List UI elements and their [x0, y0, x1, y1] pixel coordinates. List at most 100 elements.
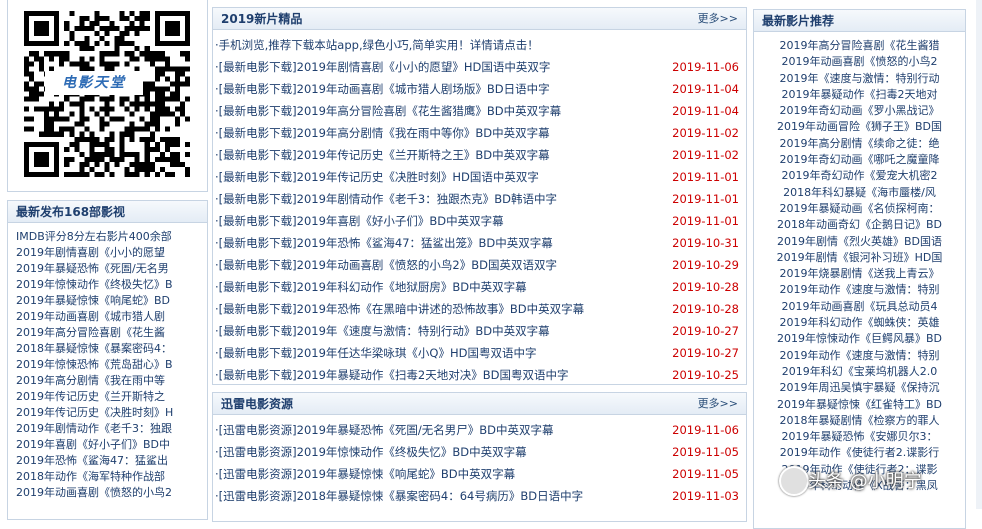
app-notice-item[interactable]: ·手机浏览,推荐下载本站app,绿色小巧,简单实用！详情请点击！: [213, 34, 746, 56]
latest-release-item[interactable]: 2019年剧情动作《老千3：独跟: [8, 421, 207, 437]
latest-release-item[interactable]: 2018年动作《海军特种作战部: [8, 469, 207, 485]
new-release-item-title[interactable]: ·[最新电影下载]2019年剧情喜剧《小小的愿望》HD国语中英双字: [215, 60, 550, 74]
app-notice-link[interactable]: ·手机浏览,推荐下载本站app,绿色小巧,简单实用！详情请点击！: [215, 38, 539, 52]
recommended-movie-item[interactable]: 2019年烧暴剧情《送我上青云》: [754, 266, 965, 282]
latest-release-item[interactable]: 2019年高分冒险喜剧《花生酱: [8, 325, 207, 341]
new-release-item-title[interactable]: ·[最新电影下载]2019年高分剧情《我在雨中等你》BD中英双字幕: [215, 126, 550, 140]
new-release-item[interactable]: ·[最新电影下载]2019年剧情动作《老千3：独跟杰克》BD韩语中字 2019-1…: [213, 188, 746, 210]
new-release-item-date: 2019-10-29: [672, 258, 739, 272]
new-release-item[interactable]: ·[最新电影下载]2019年《速度与激情：特别行动》BD中英双字幕 2019-10…: [213, 320, 746, 342]
recommended-movie-item[interactable]: 2019年奇幻动作《爱宠大机密2: [754, 168, 965, 184]
new-release-item[interactable]: ·[最新电影下载]2019年动画喜剧《愤怒的小鸟2》BD国英双语双字 2019-1…: [213, 254, 746, 276]
recommended-movie-item[interactable]: 2019年奇幻动画《罗小黑战记》: [754, 103, 965, 119]
recommended-movie-item[interactable]: 2019年动画喜剧《玩具总动员4: [754, 299, 965, 315]
latest-release-item[interactable]: 2018年暴疑惊悚《暴案密码4：: [8, 341, 207, 357]
thunder-resource-item[interactable]: ·[迅雷电影资源]2019年暴疑惊悚《响尾蛇》BD中英双字幕 2019-11-05: [213, 463, 746, 485]
thunder-resource-item[interactable]: ·[迅雷电影资源]2019年惊悚动作《终极失忆》BD中英双字幕 2019-11-0…: [213, 441, 746, 463]
new-releases-title: 2019新片精品: [221, 12, 303, 26]
recommended-movie-item[interactable]: 2019年高分冒险喜剧《花生酱猎: [754, 38, 965, 54]
latest-release-item[interactable]: 2019年喜剧《好小子们》BD中: [8, 437, 207, 453]
new-release-item-date: 2019-11-01: [672, 170, 739, 184]
new-release-item[interactable]: ·[最新电影下载]2019年动画喜剧《城市猎人剧场版》BD日语中字 2019-11…: [213, 78, 746, 100]
latest-release-item[interactable]: 2019年传记历史《决胜时刻》H: [8, 405, 207, 421]
new-release-item[interactable]: ·[最新电影下载]2019年暴疑动作《扫毒2天地对决》BD国粤双语中字 2019-…: [213, 364, 746, 384]
new-release-item-date: 2019-11-06: [672, 60, 739, 74]
new-release-item[interactable]: ·[最新电影下载]2019年高分剧情《我在雨中等你》BD中英双字幕 2019-11…: [213, 122, 746, 144]
latest-release-item[interactable]: IMDB评分8分左右影片400余部: [8, 229, 207, 245]
recommended-movie-item[interactable]: 2019年暴疑惊悚《红雀特工》BD: [754, 397, 965, 413]
latest-release-item[interactable]: 2019年传记历史《兰开斯特之: [8, 389, 207, 405]
new-releases-list: ·手机浏览,推荐下载本站app,绿色小巧,简单实用！详情请点击！ ·[最新电影下…: [213, 30, 746, 384]
new-release-item-title[interactable]: ·[最新电影下载]2019年暴疑动作《扫毒2天地对决》BD国粤双语中字: [215, 368, 568, 382]
new-release-item[interactable]: ·[最新电影下载]2019年恐怖《在黑暗中讲述的恐怖故事》BD中英双字幕 2019…: [213, 298, 746, 320]
new-release-item-date: 2019-10-28: [672, 280, 739, 294]
new-release-item[interactable]: ·[最新电影下载]2019年任达华梁咏琪《小Q》HD国粤双语中字 2019-10-…: [213, 342, 746, 364]
thunder-resource-item-title[interactable]: ·[迅雷电影资源]2019年惊悚动作《终极失忆》BD中英双字幕: [215, 445, 527, 459]
new-release-item-title[interactable]: ·[最新电影下载]2019年传记历史《兰开斯特之王》BD中英双字幕: [215, 148, 550, 162]
recommended-movie-item[interactable]: 2019年《速度与激情：特别行动: [754, 71, 965, 87]
recommended-movie-item[interactable]: 2019年奇幻动画《哪吒之魔童降: [754, 152, 965, 168]
new-release-item-title[interactable]: ·[最新电影下载]2019年传记历史《决胜时刻》HD国语中英双字: [215, 170, 539, 184]
new-release-item-title[interactable]: ·[最新电影下载]2019年恐怖《在黑暗中讲述的恐怖故事》BD中英双字幕: [215, 302, 584, 316]
latest-release-item[interactable]: 2019年惊悚恐怖《荒岛甜心》B: [8, 357, 207, 373]
new-release-item[interactable]: ·[最新电影下载]2019年恐怖《鲨海47：猛鲨出笼》BD中英双字幕 2019-1…: [213, 232, 746, 254]
recommended-movie-item[interactable]: 2018年动画奇幻《企鹅日记》BD: [754, 217, 965, 233]
recommended-movie-item[interactable]: 2019年暴疑恐怖《安娜贝尔3：: [754, 429, 965, 445]
new-release-item-title[interactable]: ·[最新电影下载]2019年高分冒险喜剧《花生酱猎鹰》BD中英双字幕: [215, 104, 561, 118]
recommended-movie-item[interactable]: 2019年科幻动作《蜘蛛侠：英雄: [754, 315, 965, 331]
new-release-item[interactable]: ·[最新电影下载]2019年传记历史《决胜时刻》HD国语中英双字 2019-11-…: [213, 166, 746, 188]
latest-release-item[interactable]: 2019年动画喜剧《愤怒的小鸟2: [8, 485, 207, 501]
new-release-item-date: 2019-10-28: [672, 302, 739, 316]
thunder-resource-item-title[interactable]: ·[迅雷电影资源]2018年暴疑惊悚《暴案密码4：64号病历》BD日语中字: [215, 489, 583, 503]
thunder-resource-item-title[interactable]: ·[迅雷电影资源]2019年暴疑惊悚《响尾蛇》BD中英双字幕: [215, 467, 515, 481]
recommended-movie-item[interactable]: 2019年动画冒险《狮子王》BD国: [754, 119, 965, 135]
recommended-movie-item[interactable]: 2019年惊悚动作《巨鳄风暴》BD: [754, 331, 965, 347]
recommended-movie-item[interactable]: 2019年动作《使徒行者2.谍影行: [754, 445, 965, 461]
new-releases-header: 2019新片精品 更多>>: [213, 8, 746, 30]
recommended-movie-item[interactable]: 2019年剧情《烈火英雄》BD国语: [754, 234, 965, 250]
new-release-item-date: 2019-10-27: [672, 346, 739, 360]
new-release-item-title[interactable]: ·[最新电影下载]2019年恐怖《鲨海47：猛鲨出笼》BD中英双字幕: [215, 236, 553, 250]
new-release-item-date: 2019-10-31: [672, 236, 739, 250]
qr-code-panel: 电影天堂: [7, 0, 208, 192]
new-release-item-title[interactable]: ·[最新电影下载]2019年动画喜剧《城市猎人剧场版》BD日语中字: [215, 82, 550, 96]
new-release-item[interactable]: ·[最新电影下载]2019年喜剧《好小子们》BD中英双字幕 2019-11-01: [213, 210, 746, 232]
recommended-movie-item[interactable]: 2019年科幻《宝莱坞机器人2.0: [754, 364, 965, 380]
new-release-item-date: 2019-11-04: [672, 104, 739, 118]
new-release-item[interactable]: ·[最新电影下载]2019年传记历史《兰开斯特之王》BD中英双字幕 2019-11…: [213, 144, 746, 166]
new-release-item[interactable]: ·[最新电影下载]2019年高分冒险喜剧《花生酱猎鹰》BD中英双字幕 2019-1…: [213, 100, 746, 122]
latest-release-item[interactable]: 2019年剧情喜剧《小小的愿望: [8, 245, 207, 261]
recommended-movie-item[interactable]: 2019年周迅吴慎宇暴疑《保持沉: [754, 380, 965, 396]
watermark-text: 头条 @小明宁: [808, 471, 922, 492]
new-release-item[interactable]: ·[最新电影下载]2019年剧情喜剧《小小的愿望》HD国语中英双字 2019-11…: [213, 56, 746, 78]
new-releases-more-link[interactable]: 更多>>: [698, 8, 738, 29]
latest-release-item[interactable]: 2019年动画喜剧《城市猎人剧: [8, 309, 207, 325]
thunder-resource-item[interactable]: ·[迅雷电影资源]2019年暴疑恐怖《死圄/无名男尸》BD中英双字幕 2019-1…: [213, 419, 746, 441]
thunder-resource-item[interactable]: ·[迅雷电影资源]2018年暴疑惊悚《暴案密码4：64号病历》BD日语中字 201…: [213, 485, 746, 507]
new-release-item-title[interactable]: ·[最新电影下载]2019年《速度与激情：特别行动》BD中英双字幕: [215, 324, 550, 338]
recommended-movie-item[interactable]: 2019年动作《速度与激情：特别: [754, 348, 965, 364]
latest-release-item[interactable]: 2019年恐怖《鲨海47：猛鲨出: [8, 453, 207, 469]
new-release-item-date: 2019-11-02: [672, 126, 739, 140]
new-release-item[interactable]: ·[最新电影下载]2019年科幻动作《地狱厨房》BD中英双字幕 2019-10-2…: [213, 276, 746, 298]
new-release-item-title[interactable]: ·[最新电影下载]2019年科幻动作《地狱厨房》BD中英双字幕: [215, 280, 527, 294]
new-release-item-title[interactable]: ·[最新电影下载]2019年喜剧《好小子们》BD中英双字幕: [215, 214, 504, 228]
qr-code-logo-label: 电影天堂: [45, 71, 143, 95]
recommended-movie-item[interactable]: 2019年暴疑动画《名侦探柯南：: [754, 201, 965, 217]
thunder-resources-more-link[interactable]: 更多>>: [698, 393, 738, 414]
latest-release-item[interactable]: 2019年暴疑惊悚《响尾蛇》BD: [8, 293, 207, 309]
recommended-movie-item[interactable]: 2019年高分剧情《续命之徒：绝: [754, 136, 965, 152]
recommended-movie-item[interactable]: 2018年科幻暴疑《海市蜃楼/风: [754, 185, 965, 201]
recommended-movie-item[interactable]: 2018年暴疑剧情《检察方的罪人: [754, 413, 965, 429]
latest-release-item[interactable]: 2019年惊悚动作《终极失忆》B: [8, 277, 207, 293]
new-release-item-title[interactable]: ·[最新电影下载]2019年动画喜剧《愤怒的小鸟2》BD国英双语双字: [215, 258, 557, 272]
latest-release-item[interactable]: 2019年高分剧情《我在雨中等: [8, 373, 207, 389]
latest-release-item[interactable]: 2019年暴疑恐怖《死圄/无名男: [8, 261, 207, 277]
thunder-resource-item-title[interactable]: ·[迅雷电影资源]2019年暴疑恐怖《死圄/无名男尸》BD中英双字幕: [215, 423, 554, 437]
recommended-movie-item[interactable]: 2019年暴疑动作《扫毒2天地对: [754, 87, 965, 103]
recommended-movie-item[interactable]: 2019年动作《速度与激情：特别: [754, 282, 965, 298]
recommended-movie-item[interactable]: 2019年剧情《银河补习班》HD国: [754, 250, 965, 266]
new-release-item-title[interactable]: ·[最新电影下载]2019年任达华梁咏琪《小Q》HD国粤双语中字: [215, 346, 536, 360]
new-release-item-title[interactable]: ·[最新电影下载]2019年剧情动作《老千3：独跟杰克》BD韩语中字: [215, 192, 557, 206]
recommended-movie-item[interactable]: 2019年动画喜剧《愤怒的小鸟2: [754, 54, 965, 70]
